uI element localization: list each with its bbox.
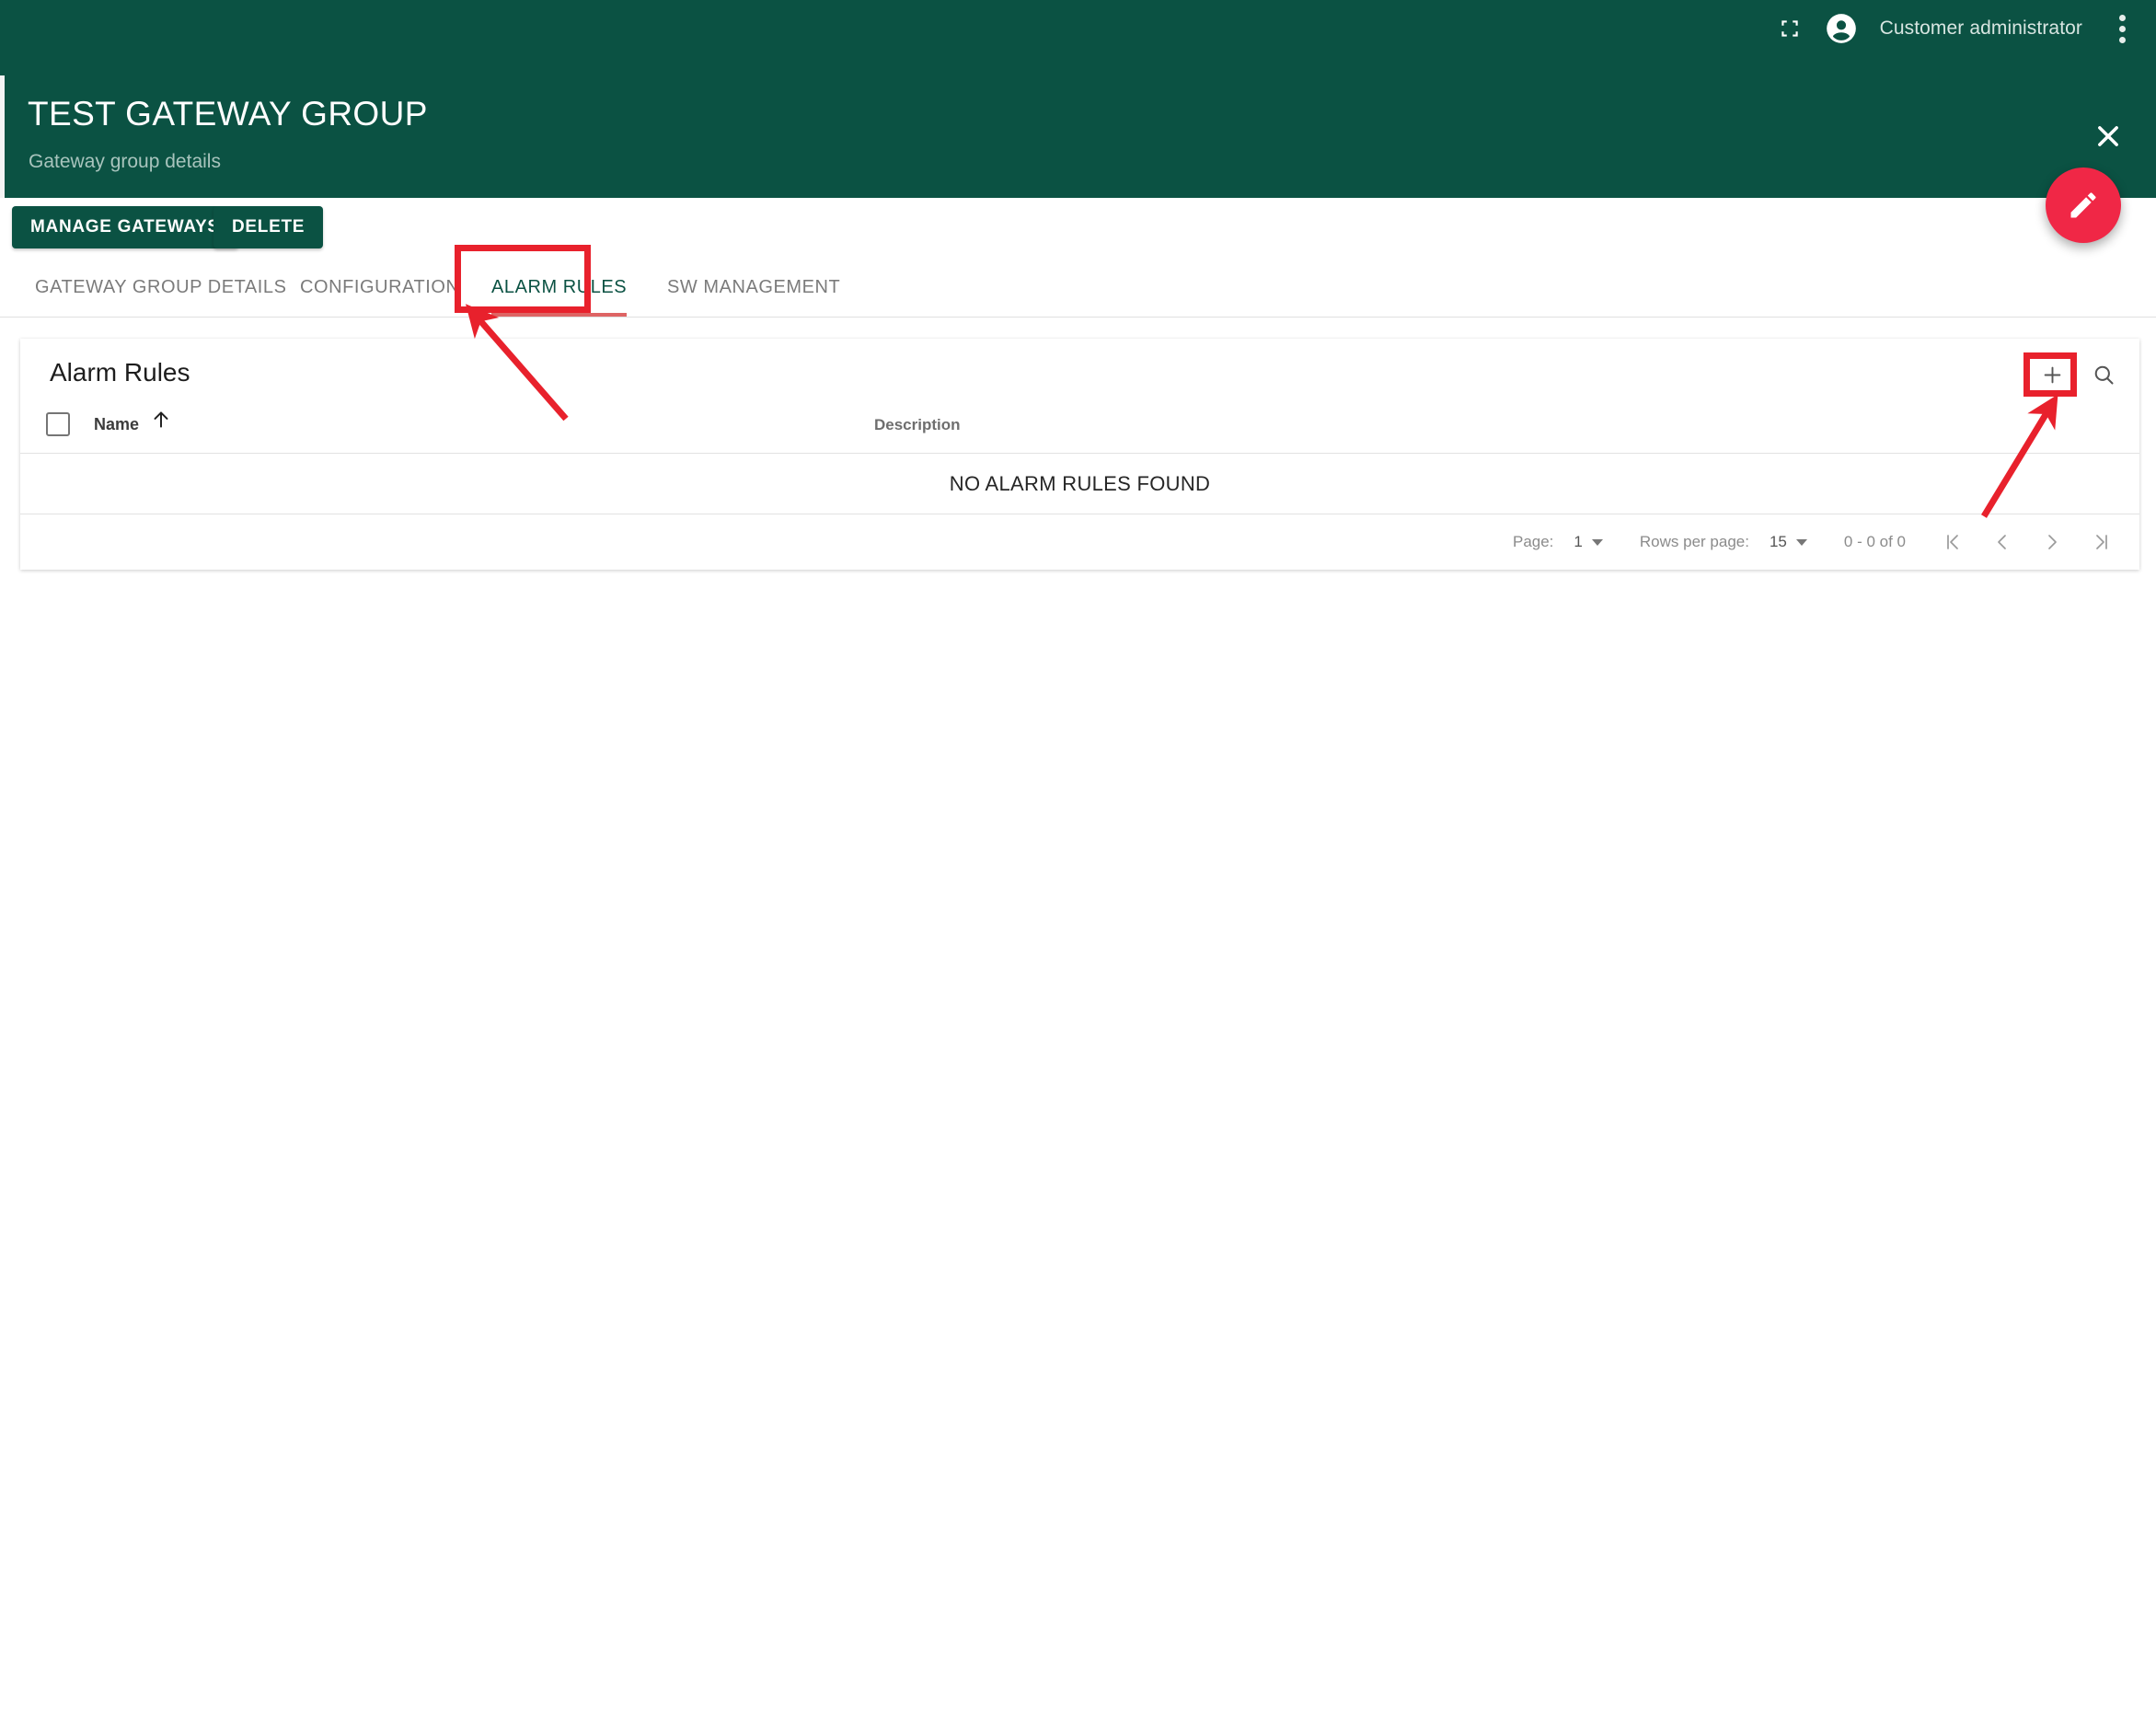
card-title: Alarm Rules [50,358,190,387]
page-select[interactable]: 1 [1574,533,1603,551]
alarm-rules-card: Alarm Rules Name Description NO ALARM RU… [20,339,2139,570]
rows-per-page-select[interactable]: 15 [1770,533,1807,551]
plus-icon[interactable] [2031,353,2073,396]
fullscreen-icon[interactable] [1764,3,1816,54]
delete-button[interactable]: DELETE [213,206,324,248]
range-label: 0 - 0 of 0 [1843,533,1906,550]
tab-gateway-group-details[interactable]: GATEWAY GROUP DETAILS [35,258,286,317]
page-value: 1 [1574,533,1583,550]
tab-configuration[interactable]: CONFIGURATION [300,258,459,317]
top-toolbar: Customer administrator [1764,0,2156,57]
chevron-down-icon [1591,538,1603,546]
tab-label: ALARM RULES [491,276,628,297]
empty-state-message: NO ALARM RULES FOUND [949,471,1211,495]
table-header-row: Name Description [20,410,2139,454]
column-header-description[interactable]: Description [874,417,961,433]
search-icon[interactable] [2082,353,2125,396]
tab-active-indicator [491,313,628,317]
tab-label: CONFIGURATION [300,276,460,297]
manage-gateways-button[interactable]: MANAGE GATEWAYS [12,206,238,248]
card-header: Alarm Rules [20,339,2139,410]
select-all-checkbox[interactable] [46,412,70,436]
edit-fab-button[interactable] [2046,167,2121,243]
account-circle-icon[interactable] [1816,3,1867,54]
column-header-name[interactable]: Name [94,416,139,433]
paginator: Page: 1 Rows per page: 15 0 - 0 of 0 [20,514,2139,570]
rows-per-page-label: Rows per page: [1639,533,1749,550]
panel-left-edge [0,75,5,207]
tab-alarm-rules[interactable]: ALARM RULES [491,258,628,317]
pencil-edit-icon [2070,192,2096,218]
tab-label: SW MANAGEMENT [667,276,841,297]
first-page-icon[interactable] [1928,519,1977,565]
user-name-label: Customer administrator [1879,17,2082,39]
page-subtitle: Gateway group details [29,151,221,172]
chevron-left-icon[interactable] [1977,519,2027,565]
app-header: Customer administrator TEST GATEWAY GROU… [0,0,2156,207]
action-bar [0,198,2156,262]
tab-label: GATEWAY GROUP DETAILS [35,276,287,297]
card-actions [2031,353,2125,396]
last-page-icon[interactable] [2077,519,2127,565]
page-title: TEST GATEWAY GROUP [28,95,428,133]
rows-per-page-value: 15 [1769,533,1787,550]
chevron-down-icon [1795,538,1807,546]
tab-bar: GATEWAY GROUP DETAILS CONFIGURATION ALAR… [0,258,2156,318]
more-vert-icon[interactable] [2101,3,2143,54]
close-icon[interactable] [2090,118,2127,155]
tab-sw-management[interactable]: SW MANAGEMENT [667,258,840,317]
page-label: Page: [1512,533,1554,550]
arrow-up-icon[interactable] [149,408,173,436]
empty-state-row: NO ALARM RULES FOUND [20,454,2139,514]
chevron-right-icon[interactable] [2027,519,2077,565]
